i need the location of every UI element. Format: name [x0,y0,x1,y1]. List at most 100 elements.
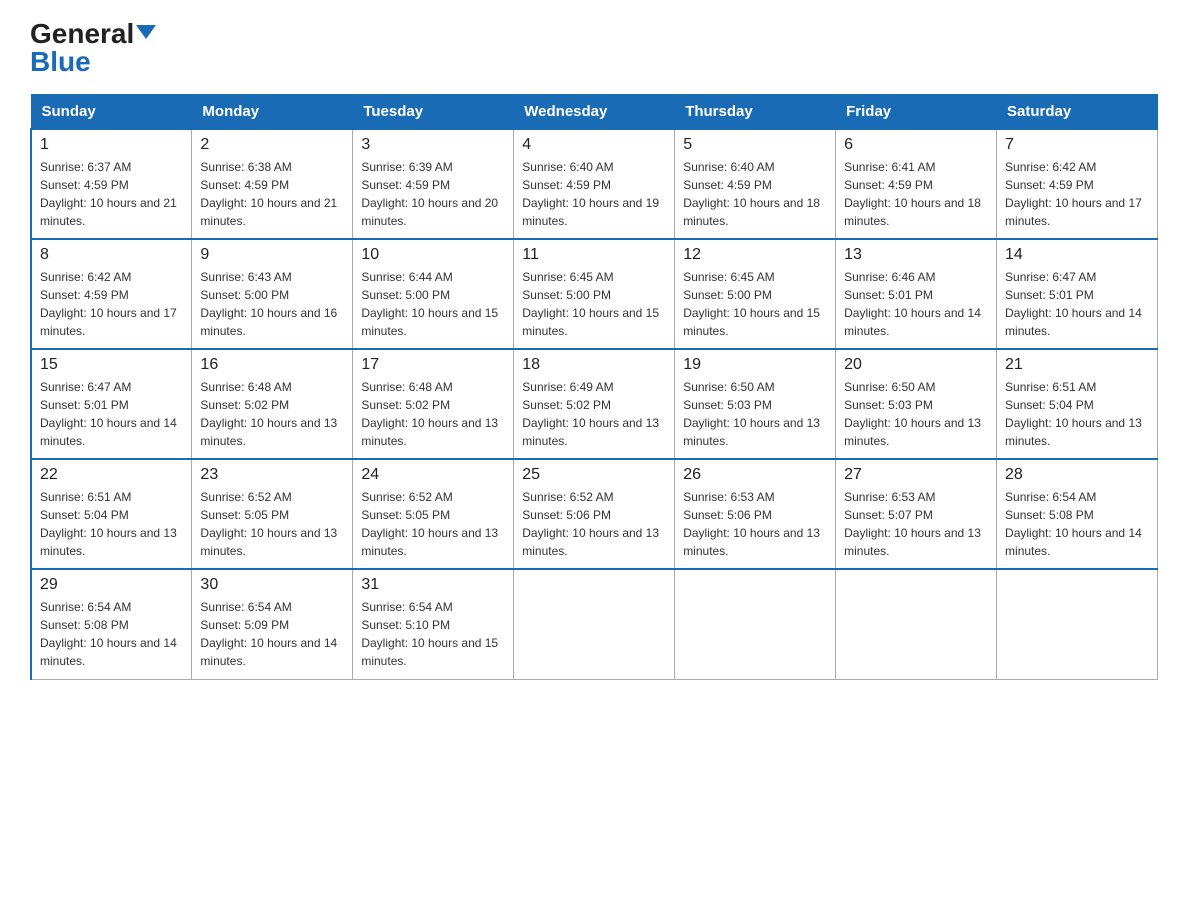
calendar-cell: 1 Sunrise: 6:37 AMSunset: 4:59 PMDaylight… [31,129,192,239]
day-number: 11 [522,246,666,264]
day-info: Sunrise: 6:50 AMSunset: 5:03 PMDaylight:… [683,378,827,450]
calendar-cell: 8 Sunrise: 6:42 AMSunset: 4:59 PMDaylight… [31,239,192,349]
day-number: 18 [522,356,666,374]
day-number: 6 [844,136,988,154]
calendar-week-row: 29 Sunrise: 6:54 AMSunset: 5:08 PMDayligh… [31,569,1158,679]
calendar-cell: 19 Sunrise: 6:50 AMSunset: 5:03 PMDayligh… [675,349,836,459]
logo-arrow-icon [136,25,156,39]
day-info: Sunrise: 6:48 AMSunset: 5:02 PMDaylight:… [200,378,344,450]
day-info: Sunrise: 6:40 AMSunset: 4:59 PMDaylight:… [522,158,666,230]
calendar-cell: 31 Sunrise: 6:54 AMSunset: 5:10 PMDayligh… [353,569,514,679]
day-info: Sunrise: 6:46 AMSunset: 5:01 PMDaylight:… [844,268,988,340]
day-number: 29 [40,576,183,594]
calendar-cell: 10 Sunrise: 6:44 AMSunset: 5:00 PMDayligh… [353,239,514,349]
day-number: 4 [522,136,666,154]
calendar-cell: 5 Sunrise: 6:40 AMSunset: 4:59 PMDaylight… [675,129,836,239]
day-number: 16 [200,356,344,374]
calendar-cell: 13Sunrise: 6:46 AMSunset: 5:01 PMDayligh… [836,239,997,349]
day-number: 1 [40,136,183,154]
weekday-header-wednesday: Wednesday [514,95,675,130]
day-number: 28 [1005,466,1149,484]
calendar-header-row: SundayMondayTuesdayWednesdayThursdayFrid… [31,95,1158,130]
weekday-header-saturday: Saturday [997,95,1158,130]
day-info: Sunrise: 6:48 AMSunset: 5:02 PMDaylight:… [361,378,505,450]
weekday-header-sunday: Sunday [31,95,192,130]
day-number: 19 [683,356,827,374]
day-number: 12 [683,246,827,264]
calendar-cell: 20 Sunrise: 6:50 AMSunset: 5:03 PMDayligh… [836,349,997,459]
day-info: Sunrise: 6:50 AMSunset: 5:03 PMDaylight:… [844,378,988,450]
weekday-header-tuesday: Tuesday [353,95,514,130]
calendar-cell: 3Sunrise: 6:39 AMSunset: 4:59 PMDaylight… [353,129,514,239]
calendar-cell: 16 Sunrise: 6:48 AMSunset: 5:02 PMDayligh… [192,349,353,459]
calendar-cell: 27Sunrise: 6:53 AMSunset: 5:07 PMDayligh… [836,459,997,569]
weekday-header-friday: Friday [836,95,997,130]
day-number: 24 [361,466,505,484]
day-info: Sunrise: 6:52 AMSunset: 5:06 PMDaylight:… [522,488,666,560]
day-number: 30 [200,576,344,594]
day-number: 17 [361,356,505,374]
day-info: Sunrise: 6:52 AMSunset: 5:05 PMDaylight:… [361,488,505,560]
day-info: Sunrise: 6:47 AMSunset: 5:01 PMDaylight:… [1005,268,1149,340]
day-info: Sunrise: 6:37 AMSunset: 4:59 PMDaylight:… [40,158,183,230]
day-info: Sunrise: 6:54 AMSunset: 5:08 PMDaylight:… [40,598,183,670]
day-number: 26 [683,466,827,484]
day-number: 9 [200,246,344,264]
day-info: Sunrise: 6:42 AMSunset: 4:59 PMDaylight:… [1005,158,1149,230]
calendar-cell: 28 Sunrise: 6:54 AMSunset: 5:08 PMDayligh… [997,459,1158,569]
day-info: Sunrise: 6:54 AMSunset: 5:10 PMDaylight:… [361,598,505,670]
calendar-cell: 7Sunrise: 6:42 AMSunset: 4:59 PMDaylight… [997,129,1158,239]
day-number: 8 [40,246,183,264]
day-info: Sunrise: 6:40 AMSunset: 4:59 PMDaylight:… [683,158,827,230]
calendar-cell: 12 Sunrise: 6:45 AMSunset: 5:00 PMDayligh… [675,239,836,349]
day-number: 15 [40,356,183,374]
calendar-cell: 24 Sunrise: 6:52 AMSunset: 5:05 PMDayligh… [353,459,514,569]
calendar-cell: 25 Sunrise: 6:52 AMSunset: 5:06 PMDayligh… [514,459,675,569]
day-info: Sunrise: 6:41 AMSunset: 4:59 PMDaylight:… [844,158,988,230]
day-info: Sunrise: 6:54 AMSunset: 5:08 PMDaylight:… [1005,488,1149,560]
calendar-cell: 14Sunrise: 6:47 AMSunset: 5:01 PMDayligh… [997,239,1158,349]
day-number: 10 [361,246,505,264]
day-info: Sunrise: 6:44 AMSunset: 5:00 PMDaylight:… [361,268,505,340]
day-info: Sunrise: 6:43 AMSunset: 5:00 PMDaylight:… [200,268,344,340]
calendar-week-row: 1 Sunrise: 6:37 AMSunset: 4:59 PMDaylight… [31,129,1158,239]
calendar-cell: 11Sunrise: 6:45 AMSunset: 5:00 PMDayligh… [514,239,675,349]
calendar-cell: 4 Sunrise: 6:40 AMSunset: 4:59 PMDaylight… [514,129,675,239]
calendar-cell: 6 Sunrise: 6:41 AMSunset: 4:59 PMDaylight… [836,129,997,239]
day-info: Sunrise: 6:54 AMSunset: 5:09 PMDaylight:… [200,598,344,670]
day-info: Sunrise: 6:47 AMSunset: 5:01 PMDaylight:… [40,378,183,450]
calendar-week-row: 8 Sunrise: 6:42 AMSunset: 4:59 PMDaylight… [31,239,1158,349]
day-number: 2 [200,136,344,154]
calendar-cell: 26Sunrise: 6:53 AMSunset: 5:06 PMDayligh… [675,459,836,569]
day-info: Sunrise: 6:45 AMSunset: 5:00 PMDaylight:… [683,268,827,340]
calendar-cell [997,569,1158,679]
day-number: 3 [361,136,505,154]
page-header: General Blue [30,20,1158,76]
calendar-cell: 17 Sunrise: 6:48 AMSunset: 5:02 PMDayligh… [353,349,514,459]
weekday-header-thursday: Thursday [675,95,836,130]
day-number: 22 [40,466,183,484]
day-number: 23 [200,466,344,484]
day-number: 21 [1005,356,1149,374]
day-number: 5 [683,136,827,154]
calendar-cell [836,569,997,679]
calendar-table: SundayMondayTuesdayWednesdayThursdayFrid… [30,94,1158,680]
day-info: Sunrise: 6:52 AMSunset: 5:05 PMDaylight:… [200,488,344,560]
day-info: Sunrise: 6:49 AMSunset: 5:02 PMDaylight:… [522,378,666,450]
logo: General Blue [30,20,156,76]
day-info: Sunrise: 6:38 AMSunset: 4:59 PMDaylight:… [200,158,344,230]
calendar-cell: 21Sunrise: 6:51 AMSunset: 5:04 PMDayligh… [997,349,1158,459]
calendar-cell: 29 Sunrise: 6:54 AMSunset: 5:08 PMDayligh… [31,569,192,679]
calendar-cell [514,569,675,679]
day-number: 31 [361,576,505,594]
day-info: Sunrise: 6:42 AMSunset: 4:59 PMDaylight:… [40,268,183,340]
day-info: Sunrise: 6:53 AMSunset: 5:07 PMDaylight:… [844,488,988,560]
day-number: 25 [522,466,666,484]
day-number: 20 [844,356,988,374]
weekday-header-monday: Monday [192,95,353,130]
calendar-cell [675,569,836,679]
day-info: Sunrise: 6:51 AMSunset: 5:04 PMDaylight:… [40,488,183,560]
calendar-cell: 15 Sunrise: 6:47 AMSunset: 5:01 PMDayligh… [31,349,192,459]
calendar-cell: 2 Sunrise: 6:38 AMSunset: 4:59 PMDaylight… [192,129,353,239]
calendar-week-row: 22 Sunrise: 6:51 AMSunset: 5:04 PMDayligh… [31,459,1158,569]
